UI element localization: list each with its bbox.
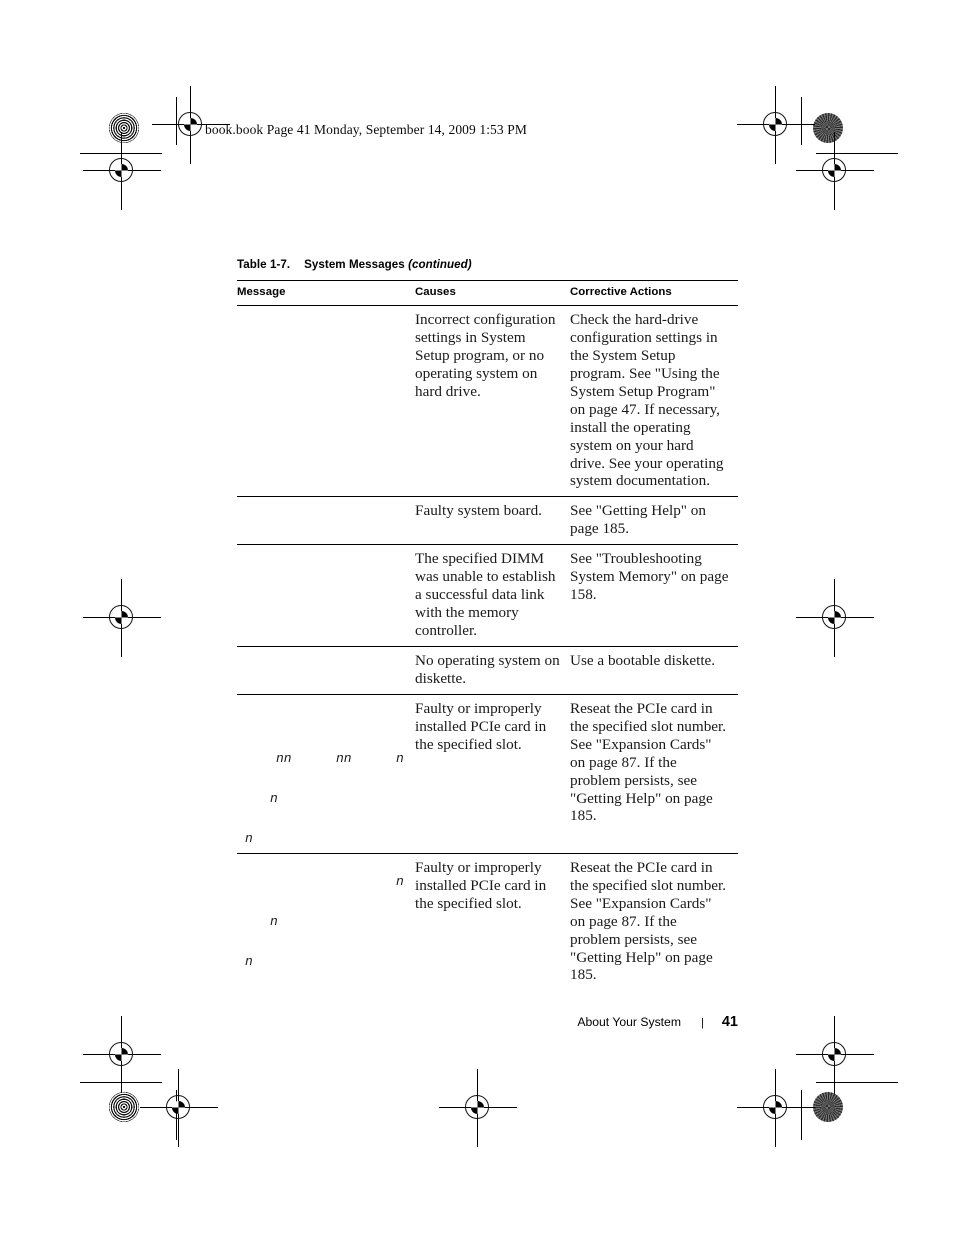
registration-mark-top-right-inner [737,86,815,164]
cell-causes: Incorrect configuration settings in Syst… [415,305,570,498]
table-row: Incorrect configuration settings in Syst… [237,305,738,498]
cell-corrective-actions: See "Troubleshooting System Memory" on p… [570,544,738,647]
cell-message: n n n [237,853,415,990]
cell-message [237,496,415,546]
halftone-circle-top-right [813,113,843,143]
table-row: No operating system on diskette. Use a bo… [237,646,738,695]
message-variable-fragment: nn [276,750,292,766]
system-messages-table-block: Table 1-7. System Messages (continued) Me… [237,258,738,990]
column-header-causes: Causes [415,280,570,306]
registration-mark-bottom-left-inner [140,1069,218,1147]
cell-message [237,544,415,647]
cell-corrective-actions: Use a bootable diskette. [570,646,738,695]
table-caption: Table 1-7. System Messages (continued) [237,258,738,271]
cell-corrective-actions: Reseat the PCIe card in the specified sl… [570,694,738,854]
halftone-circle-bottom-left [109,1092,139,1122]
column-header-corrective-actions: Corrective Actions [570,280,738,306]
system-messages-table: Message Causes Corrective Actions Incorr… [237,280,738,990]
registration-mark-mid-right [796,579,874,657]
message-variable-fragment: n [245,953,253,969]
column-header-message: Message [237,280,415,306]
crop-line-right-bottom-horizontal [816,1082,898,1084]
registration-mark-top-left-inner [152,86,230,164]
table-row: n n n Faulty or improperly installed PCIe c… [237,853,738,990]
footer-page-number: 41 [721,1014,738,1030]
registration-mark-mid-left [83,579,161,657]
table-row: Faulty system board. See "Getting Help" o… [237,496,738,546]
cell-causes: Faulty or improperly installed PCIe card… [415,694,570,854]
crop-line-bottom-right-vertical [801,1090,803,1140]
message-variable-fragment: n [270,790,278,806]
cell-corrective-actions: Check the hard-drive configuration setti… [570,305,738,498]
cell-causes: Faulty or improperly installed PCIe card… [415,858,547,912]
message-variable-fragment: n [270,913,278,929]
crop-line-top-right-vertical [801,97,803,145]
message-variable-fragment: n [396,750,404,766]
cell-message: nn nn n n n [237,694,415,854]
message-variable-fragment: n [396,873,404,889]
table-caption-title: System Messages [304,258,405,271]
cell-causes: Faulty system board. [415,496,570,546]
cell-message [237,646,415,695]
cell-causes: No operating system on diskette. [415,646,570,695]
table-header-row: Message Causes Corrective Actions [237,280,738,306]
table-caption-continued: (continued) [408,258,472,271]
message-variable-fragment: nn [336,750,352,766]
crop-line-left-bottom-horizontal [80,1082,162,1084]
halftone-circle-top-left [109,113,139,143]
registration-mark-top-right-outer [796,132,874,210]
crop-line-right-top-horizontal [816,153,898,155]
table-row: nn nn n n n Faulty or improperly installed PC… [237,694,738,854]
footer-separator: | [701,1017,704,1029]
table-body: Incorrect configuration settings in Syst… [237,305,738,991]
message-variable-fragment: n [245,830,253,846]
registration-mark-bottom-right-outer [796,1016,874,1094]
registration-mark-bottom-center [439,1069,517,1147]
file-header-text: book.book Page 41 Monday, September 14, … [205,122,527,137]
cell-corrective-actions: See "Getting Help" on page 185. [570,496,738,546]
registration-mark-bottom-right-inner [737,1069,815,1147]
cell-corrective-actions: Reseat the PCIe card in the specified sl… [570,858,727,984]
cell-message [237,305,415,498]
registration-mark-bottom-left-outer [83,1016,161,1094]
footer-section-label: About Your System [577,1015,681,1029]
halftone-circle-bottom-right [813,1092,843,1122]
table-caption-number: Table 1-7. [237,258,291,271]
registration-mark-top-left-outer [83,132,161,210]
table-row: The specified DIMM was unable to establi… [237,544,738,647]
page-footer: About Your System | 41 [560,1014,738,1030]
cell-causes: The specified DIMM was unable to establi… [415,544,570,647]
